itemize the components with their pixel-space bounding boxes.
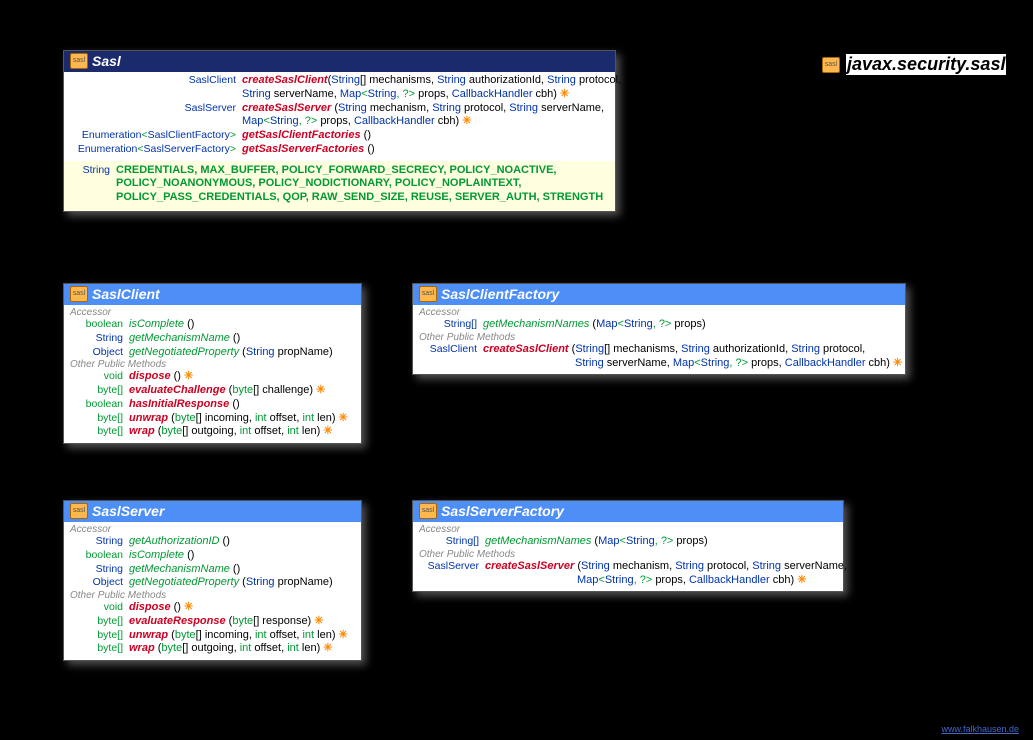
class-sasl-header: sasl Sasl xyxy=(64,51,615,72)
class-saslclient: sasl SaslClient Accessor booleanisComple… xyxy=(63,283,362,444)
class-icon: sasl xyxy=(70,53,88,69)
class-saslserverfactory: sasl SaslServerFactory Accessor String[]… xyxy=(412,500,844,592)
package-title: sasl javax.security.sasl xyxy=(822,54,1006,75)
class-saslserverfactory-header: sasl SaslServerFactory xyxy=(413,501,843,522)
section-accessor: Accessor xyxy=(417,307,901,318)
section-other: Other Public Methods xyxy=(68,359,357,370)
class-saslclientfactory-title: SaslClientFactory xyxy=(441,286,559,302)
class-saslclientfactory: sasl SaslClientFactory Accessor String[]… xyxy=(412,283,906,375)
class-sasl-title: Sasl xyxy=(92,53,121,69)
class-icon: sasl xyxy=(419,286,437,302)
class-icon: sasl xyxy=(70,286,88,302)
package-icon: sasl xyxy=(822,57,840,73)
section-accessor: Accessor xyxy=(417,524,839,535)
class-saslserver-title: SaslServer xyxy=(92,503,164,519)
section-accessor: Accessor xyxy=(68,524,357,535)
class-saslserverfactory-title: SaslServerFactory xyxy=(441,503,564,519)
section-other: Other Public Methods xyxy=(417,332,901,343)
section-other: Other Public Methods xyxy=(68,590,357,601)
class-saslclient-title: SaslClient xyxy=(92,286,160,302)
class-saslclient-header: sasl SaslClient xyxy=(64,284,361,305)
section-accessor: Accessor xyxy=(68,307,357,318)
class-icon: sasl xyxy=(70,503,88,519)
section-other: Other Public Methods xyxy=(417,549,839,560)
class-sasl: sasl Sasl SaslClient createSaslClient(St… xyxy=(63,50,616,212)
package-name: javax.security.sasl xyxy=(846,54,1006,75)
class-sasl-body: SaslClient createSaslClient(String[] mec… xyxy=(64,72,615,161)
class-sasl-constants: String CREDENTIALS, MAX_BUFFER, POLICY_F… xyxy=(64,161,615,211)
class-icon: sasl xyxy=(419,503,437,519)
class-saslserver: sasl SaslServer Accessor StringgetAuthor… xyxy=(63,500,362,661)
class-saslserver-header: sasl SaslServer xyxy=(64,501,361,522)
class-saslclientfactory-header: sasl SaslClientFactory xyxy=(413,284,905,305)
footer-link[interactable]: www.falkhausen.de xyxy=(941,724,1019,734)
